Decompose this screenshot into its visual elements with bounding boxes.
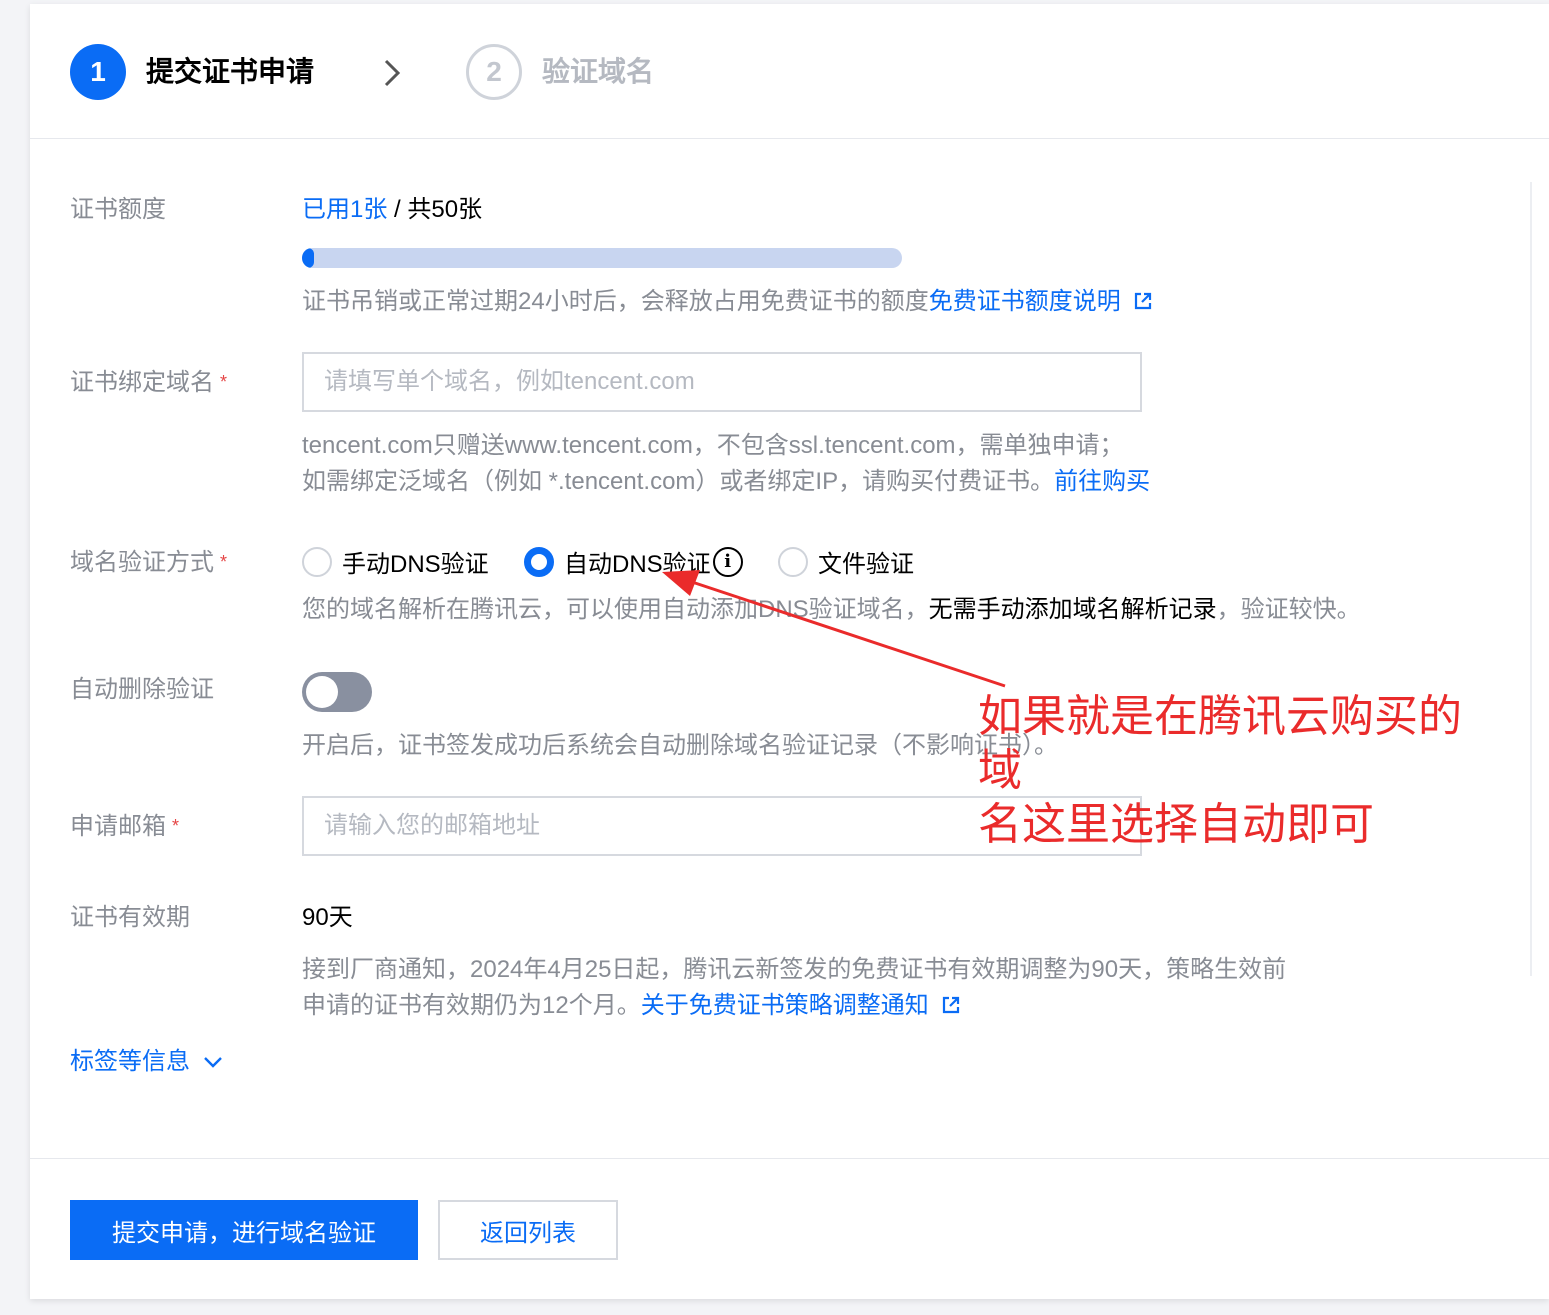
quota-value: 已用1张 / 共50张 [302,194,482,226]
external-link-icon[interactable] [941,995,961,1015]
more-info-label: 标签等信息 [70,1048,190,1075]
steps-header: 1 提交证书申请 2 验证域名 [30,4,1549,139]
apply-certificate-panel: 1 提交证书申请 2 验证域名 证书额度 已用1张 / 共50张 证书吊销或正常… [30,4,1549,1299]
quota-separator: / [387,196,408,223]
step-1-label: 提交证书申请 [146,56,315,87]
more-info-toggle[interactable]: 标签等信息 [70,1044,224,1080]
annotation-line-2: 名这里选择自动即可 [978,800,1374,849]
email-label: 申请邮箱 * [70,810,179,843]
annotation-note: 如果就是在腾讯云购买的域 名这里选择自动即可 [978,690,1498,852]
toggle-knob [306,676,338,708]
quota-label: 证书额度 [70,196,166,223]
domain-label: 证书绑定域名 * [70,366,227,399]
validity-hint-line1: 接到厂商通知，2024年4月25日起，腾讯云新签发的免费证书有效期调整为90天，… [302,956,1287,983]
validity-hint-text: 申请的证书有效期仍为12个月。 [302,992,641,1019]
domain-hint-line2: 如需绑定泛域名（例如 *.tencent.com）或者绑定IP，请购买付费证书。… [302,466,1150,498]
validity-hint-line2: 申请的证书有效期仍为12个月。关于免费证书策略调整通知 [302,990,961,1022]
quota-help-link[interactable]: 免费证书额度说明 [929,288,1121,315]
quota-hint: 证书吊销或正常过期24小时后，会释放占用免费证书的额度免费证书额度说明 [302,286,1153,318]
auto-delete-toggle[interactable] [302,672,372,712]
external-link-icon[interactable] [1133,291,1153,311]
validity-label: 证书有效期 [70,904,190,931]
verify-label: 域名验证方式 * [70,546,227,579]
verify-hint: 您的域名解析在腾讯云，可以使用自动添加DNS验证域名，无需手动添加域名解析记录，… [302,594,1361,626]
verify-label-text: 域名验证方式 [70,549,214,576]
domain-label-text: 证书绑定域名 [70,369,214,396]
step-1-number: 1 [70,44,126,100]
info-icon[interactable]: i [712,546,743,577]
chevron-right-icon [384,59,401,87]
buy-paid-link[interactable]: 前往购买 [1054,468,1150,495]
quota-progress-bar [302,248,902,268]
verify-hint-text-2: ，验证较快。 [1216,596,1361,623]
domain-hint-line1: tencent.com只赠送www.tencent.com，不包含ssl.ten… [302,432,1124,459]
radio-label: 自动DNS验证 [564,551,711,578]
auto-delete-label: 自动删除验证 [70,676,214,703]
validity-value: 90天 [302,904,353,931]
annotation-line-1: 如果就是在腾讯云购买的域 [978,692,1462,795]
policy-notice-link[interactable]: 关于免费证书策略调整通知 [641,992,929,1019]
scrollbar-track [1530,182,1532,976]
required-asterisk: * [220,552,228,572]
step-2-number: 2 [466,44,522,100]
email-label-text: 申请邮箱 [70,813,166,840]
verify-hint-strong: 无需手动添加域名解析记录 [928,596,1217,623]
required-asterisk: * [220,372,228,392]
radio-manual-dns[interactable]: 手动DNS验证 [302,544,489,579]
radio-circle[interactable] [302,546,332,577]
required-asterisk: * [172,816,180,836]
domain-hint-text: 如需绑定泛域名（例如 *.tencent.com）或者绑定IP，请购买付费证书。 [302,468,1055,495]
quota-progress-fill [302,248,314,268]
radio-auto-dns[interactable]: 自动DNS验证 i [524,544,743,579]
quota-used: 已用1张 [302,196,388,223]
verify-hint-text-1: 您的域名解析在腾讯云，可以使用自动添加DNS验证域名， [302,596,929,623]
quota-hint-text: 证书吊销或正常过期24小时后，会释放占用免费证书的额度 [302,288,929,315]
step-2-label: 验证域名 [542,56,655,87]
back-to-list-button[interactable]: 返回列表 [438,1200,618,1260]
radio-label: 手动DNS验证 [342,551,489,578]
chevron-down-icon [204,1057,222,1068]
domain-input[interactable] [302,352,1142,412]
radio-circle[interactable] [778,546,808,577]
submit-button[interactable]: 提交申请，进行域名验证 [70,1200,418,1260]
radio-circle-checked[interactable] [524,546,554,577]
quota-total: 共50张 [407,196,483,223]
footer-divider [30,1158,1549,1159]
auto-delete-hint: 开启后，证书签发成功后系统会自动删除域名验证记录（不影响证书）。 [302,732,1058,759]
radio-file[interactable]: 文件验证 [778,544,914,579]
radio-label: 文件验证 [818,551,914,578]
